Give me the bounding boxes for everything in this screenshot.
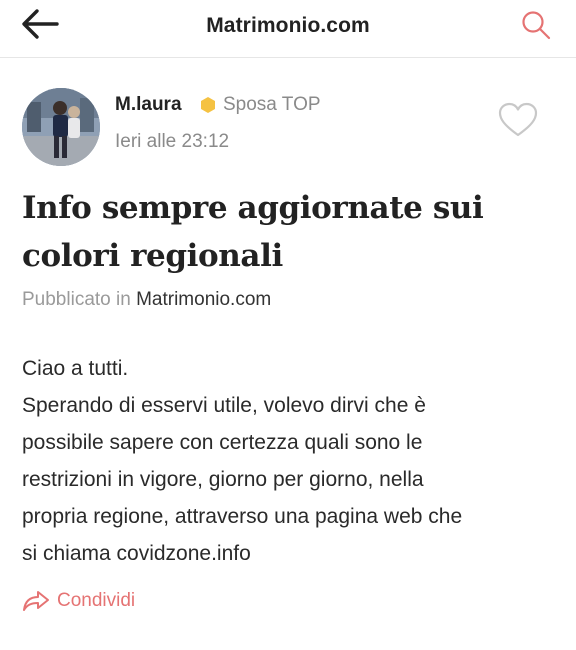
user-badge: Sposa TOP bbox=[200, 94, 321, 116]
published-prefix: Pubblicato in bbox=[22, 289, 131, 310]
avatar[interactable] bbox=[22, 88, 100, 166]
author-name[interactable]: M.laura bbox=[115, 94, 182, 116]
badge-label: Sposa TOP bbox=[223, 94, 321, 115]
share-label: Condividi bbox=[57, 590, 136, 611]
body-line: propria regione, attraverso una pagina w… bbox=[22, 505, 463, 528]
post-author: M.laura Sposa TOP Ieri alle 23:12 bbox=[22, 88, 554, 168]
search-icon bbox=[520, 9, 552, 46]
body-line: possibile sapere con certezza quali sono… bbox=[22, 431, 423, 454]
post-title: Info sempre aggiornate sui colori region… bbox=[22, 190, 484, 274]
body-line: si chiama covidzone.info bbox=[22, 542, 251, 565]
post-body: Ciao a tutti. Sperando di esservi utile,… bbox=[22, 350, 562, 572]
app-title: Matrimonio.com bbox=[206, 14, 370, 37]
heart-icon bbox=[498, 102, 538, 143]
search-button[interactable] bbox=[518, 9, 554, 45]
share-button[interactable]: Condividi bbox=[22, 590, 135, 612]
share-arrow-icon bbox=[22, 590, 50, 612]
post-timestamp: Ieri alle 23:12 bbox=[115, 131, 230, 152]
like-button[interactable] bbox=[496, 102, 540, 142]
body-line: restrizioni in vigore, giorno per giorno… bbox=[22, 468, 424, 491]
hexagon-icon bbox=[200, 96, 216, 114]
published-in-link[interactable]: Matrimonio.com bbox=[136, 289, 271, 310]
body-line: Sperando di esservi utile, volevo dirvi … bbox=[22, 394, 426, 417]
body-line: Ciao a tutti. bbox=[22, 357, 129, 380]
published-in: Pubblicato in Matrimonio.com bbox=[22, 289, 271, 311]
top-bar: Matrimonio.com bbox=[0, 0, 576, 58]
